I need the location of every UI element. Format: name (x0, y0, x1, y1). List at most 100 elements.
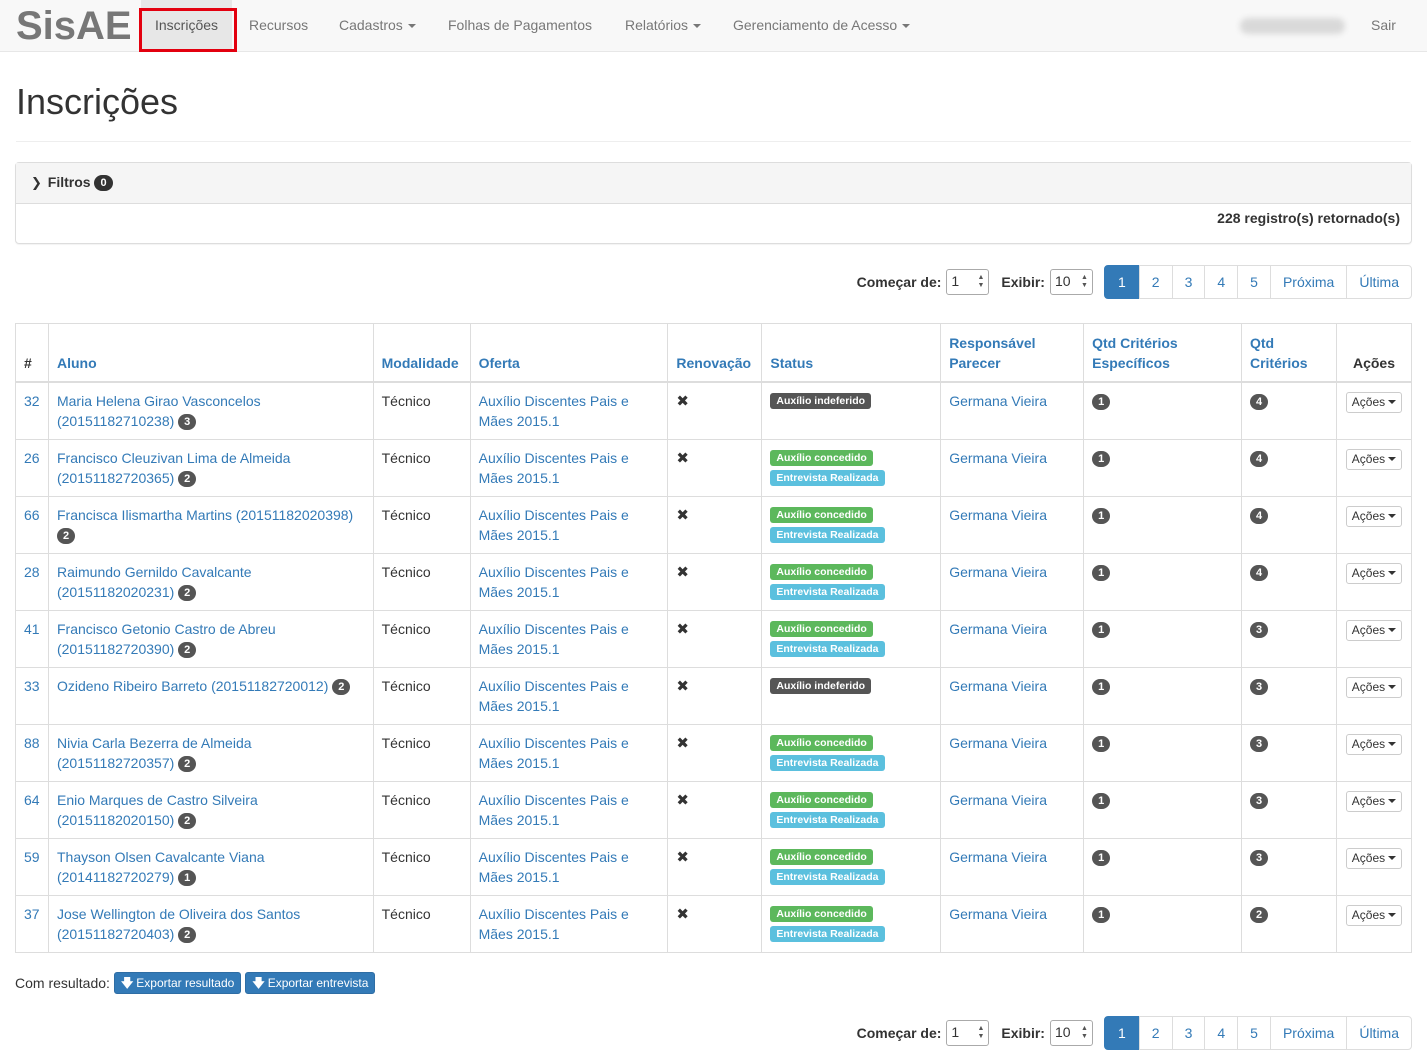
row-id-link[interactable]: 66 (24, 507, 40, 523)
page-3[interactable]: 3 (1171, 1016, 1206, 1050)
aluno-link[interactable]: Nivia Carla Bezerra de Almeida (20151182… (57, 735, 252, 771)
nav-relatorios[interactable]: Relatórios (625, 0, 702, 51)
col-oferta[interactable]: Oferta (469, 323, 669, 383)
responsavel-link[interactable]: Germana Vieira (949, 450, 1047, 466)
cell-id[interactable]: 32 (15, 381, 49, 440)
page-last[interactable]: Última (1346, 1016, 1412, 1050)
nav-cadastros[interactable]: Cadastros (339, 0, 416, 51)
page-2[interactable]: 2 (1138, 265, 1173, 299)
aluno-link[interactable]: Thayson Olsen Cavalcante Viana (20141182… (57, 849, 265, 885)
spinner-icon[interactable]: ▲ ▼ (977, 274, 984, 290)
page-5[interactable]: 5 (1237, 265, 1271, 299)
aluno-link[interactable]: Francisco Getonio Castro de Abreu (20151… (57, 621, 276, 657)
acoes-dropdown-button[interactable]: Ações (1345, 790, 1403, 812)
page-5[interactable]: 5 (1237, 1016, 1271, 1050)
responsavel-link[interactable]: Germana Vieira (949, 678, 1047, 694)
acoes-dropdown-button[interactable]: Ações (1345, 733, 1403, 755)
spinner-icon[interactable]: ▲ ▼ (977, 1025, 984, 1041)
acoes-dropdown-button[interactable]: Ações (1345, 619, 1403, 641)
export-interview-button[interactable]: 🡇 Exportar entrevista (245, 972, 376, 994)
page-2[interactable]: 2 (1138, 1016, 1173, 1050)
spinner-icon[interactable]: ▲ ▼ (1081, 274, 1088, 290)
aluno-link[interactable]: Francisco Cleuzivan Lima de Almeida (201… (57, 450, 290, 486)
oferta-link[interactable]: Auxílio Discentes Pais e Mães 2015.1 (479, 621, 629, 657)
acoes-dropdown-button[interactable]: Ações (1345, 562, 1403, 584)
start-input[interactable]: 1 ▲ ▼ (946, 269, 990, 295)
responsavel-link[interactable]: Germana Vieira (949, 735, 1047, 751)
acoes-dropdown-button[interactable]: Ações (1345, 448, 1403, 470)
acoes-dropdown-button[interactable]: Ações (1345, 676, 1403, 698)
cell-id[interactable]: 64 (15, 780, 49, 839)
oferta-link[interactable]: Auxílio Discentes Pais e Mães 2015.1 (479, 906, 629, 942)
responsavel-link[interactable]: Germana Vieira (949, 792, 1047, 808)
spinner-icon[interactable]: ▲ ▼ (1081, 1025, 1088, 1041)
col-aluno[interactable]: Aluno (47, 323, 374, 383)
row-id-link[interactable]: 32 (24, 393, 40, 409)
aluno-link[interactable]: Raimundo Gernildo Cavalcante (2015118202… (57, 564, 252, 600)
row-id-link[interactable]: 26 (24, 450, 40, 466)
page-1[interactable]: 1 (1103, 1016, 1140, 1050)
row-id-link[interactable]: 59 (24, 849, 40, 865)
acoes-dropdown-button[interactable]: Ações (1345, 391, 1403, 413)
page-4[interactable]: 4 (1204, 1016, 1239, 1050)
nav-gerenciamento[interactable]: Gerenciamento de Acesso (733, 0, 911, 51)
responsavel-link[interactable]: Germana Vieira (949, 564, 1047, 580)
page-last[interactable]: Última (1346, 265, 1412, 299)
responsavel-link[interactable]: Germana Vieira (949, 393, 1047, 409)
oferta-link[interactable]: Auxílio Discentes Pais e Mães 2015.1 (479, 735, 629, 771)
oferta-link[interactable]: Auxílio Discentes Pais e Mães 2015.1 (479, 450, 629, 486)
col-modalidade[interactable]: Modalidade (372, 323, 471, 383)
aluno-link[interactable]: Enio Marques de Castro Silveira (2015118… (57, 792, 258, 828)
cell-id[interactable]: 33 (15, 666, 49, 725)
row-id-link[interactable]: 88 (24, 735, 40, 751)
responsavel-link[interactable]: Germana Vieira (949, 906, 1047, 922)
cell-id[interactable]: 28 (15, 552, 49, 611)
nav-sair[interactable]: Sair (1371, 0, 1396, 51)
oferta-link[interactable]: Auxílio Discentes Pais e Mães 2015.1 (479, 564, 629, 600)
row-id-link[interactable]: 37 (24, 906, 40, 922)
page-next[interactable]: Próxima (1269, 1016, 1348, 1050)
col-renovacao[interactable]: Renovação (667, 323, 763, 383)
row-id-link[interactable]: 41 (24, 621, 40, 637)
col-status[interactable]: Status (761, 323, 942, 383)
cell-id[interactable]: 66 (15, 495, 49, 554)
aluno-link[interactable]: Maria Helena Girao Vasconcelos (20151182… (57, 393, 261, 429)
cell-id[interactable]: 41 (15, 609, 49, 668)
cell-id[interactable]: 26 (15, 438, 49, 497)
page-1[interactable]: 1 (1103, 265, 1140, 299)
col-qtd-especificos[interactable]: Qtd Critérios Específicos (1083, 323, 1242, 383)
oferta-link[interactable]: Auxílio Discentes Pais e Mães 2015.1 (479, 393, 629, 429)
cell-id[interactable]: 88 (15, 723, 49, 782)
row-id-link[interactable]: 64 (24, 792, 40, 808)
acoes-dropdown-button[interactable]: Ações (1345, 904, 1403, 926)
nav-recursos[interactable]: Recursos (249, 0, 308, 51)
page-4[interactable]: 4 (1204, 265, 1239, 299)
aluno-link[interactable]: Ozideno Ribeiro Barreto (20151182720012) (57, 678, 328, 694)
col-qtd-criterios[interactable]: Qtd Critérios (1240, 323, 1337, 383)
cell-id[interactable]: 37 (15, 894, 49, 953)
responsavel-link[interactable]: Germana Vieira (949, 849, 1047, 865)
responsavel-link[interactable]: Germana Vieira (949, 507, 1047, 523)
row-id-link[interactable]: 28 (24, 564, 40, 580)
start-input[interactable]: 1 ▲ ▼ (946, 1020, 990, 1046)
export-result-button[interactable]: 🡇 Exportar resultado (113, 972, 242, 994)
filter-toggle[interactable]: ❯ Filtros 0 (16, 163, 1411, 204)
show-input[interactable]: 10 ▲ ▼ (1049, 1020, 1093, 1046)
acoes-dropdown-button[interactable]: Ações (1345, 847, 1403, 869)
page-3[interactable]: 3 (1171, 265, 1206, 299)
oferta-link[interactable]: Auxílio Discentes Pais e Mães 2015.1 (479, 792, 629, 828)
aluno-link[interactable]: Francisca Ilismartha Martins (2015118202… (57, 507, 353, 523)
responsavel-link[interactable]: Germana Vieira (949, 621, 1047, 637)
acoes-dropdown-button[interactable]: Ações (1345, 505, 1403, 527)
col-responsavel[interactable]: Responsável Parecer (940, 323, 1085, 383)
oferta-link[interactable]: Auxílio Discentes Pais e Mães 2015.1 (479, 849, 629, 885)
row-id-link[interactable]: 33 (24, 678, 40, 694)
cell-id[interactable]: 59 (15, 837, 49, 896)
user-name-blurred[interactable] (1240, 18, 1345, 34)
oferta-link[interactable]: Auxílio Discentes Pais e Mães 2015.1 (479, 507, 629, 543)
brand-logo[interactable]: SisAE (16, 2, 132, 50)
show-input[interactable]: 10 ▲ ▼ (1049, 269, 1093, 295)
nav-folhas[interactable]: Folhas de Pagamentos (448, 0, 592, 51)
oferta-link[interactable]: Auxílio Discentes Pais e Mães 2015.1 (479, 678, 629, 714)
page-next[interactable]: Próxima (1269, 265, 1348, 299)
